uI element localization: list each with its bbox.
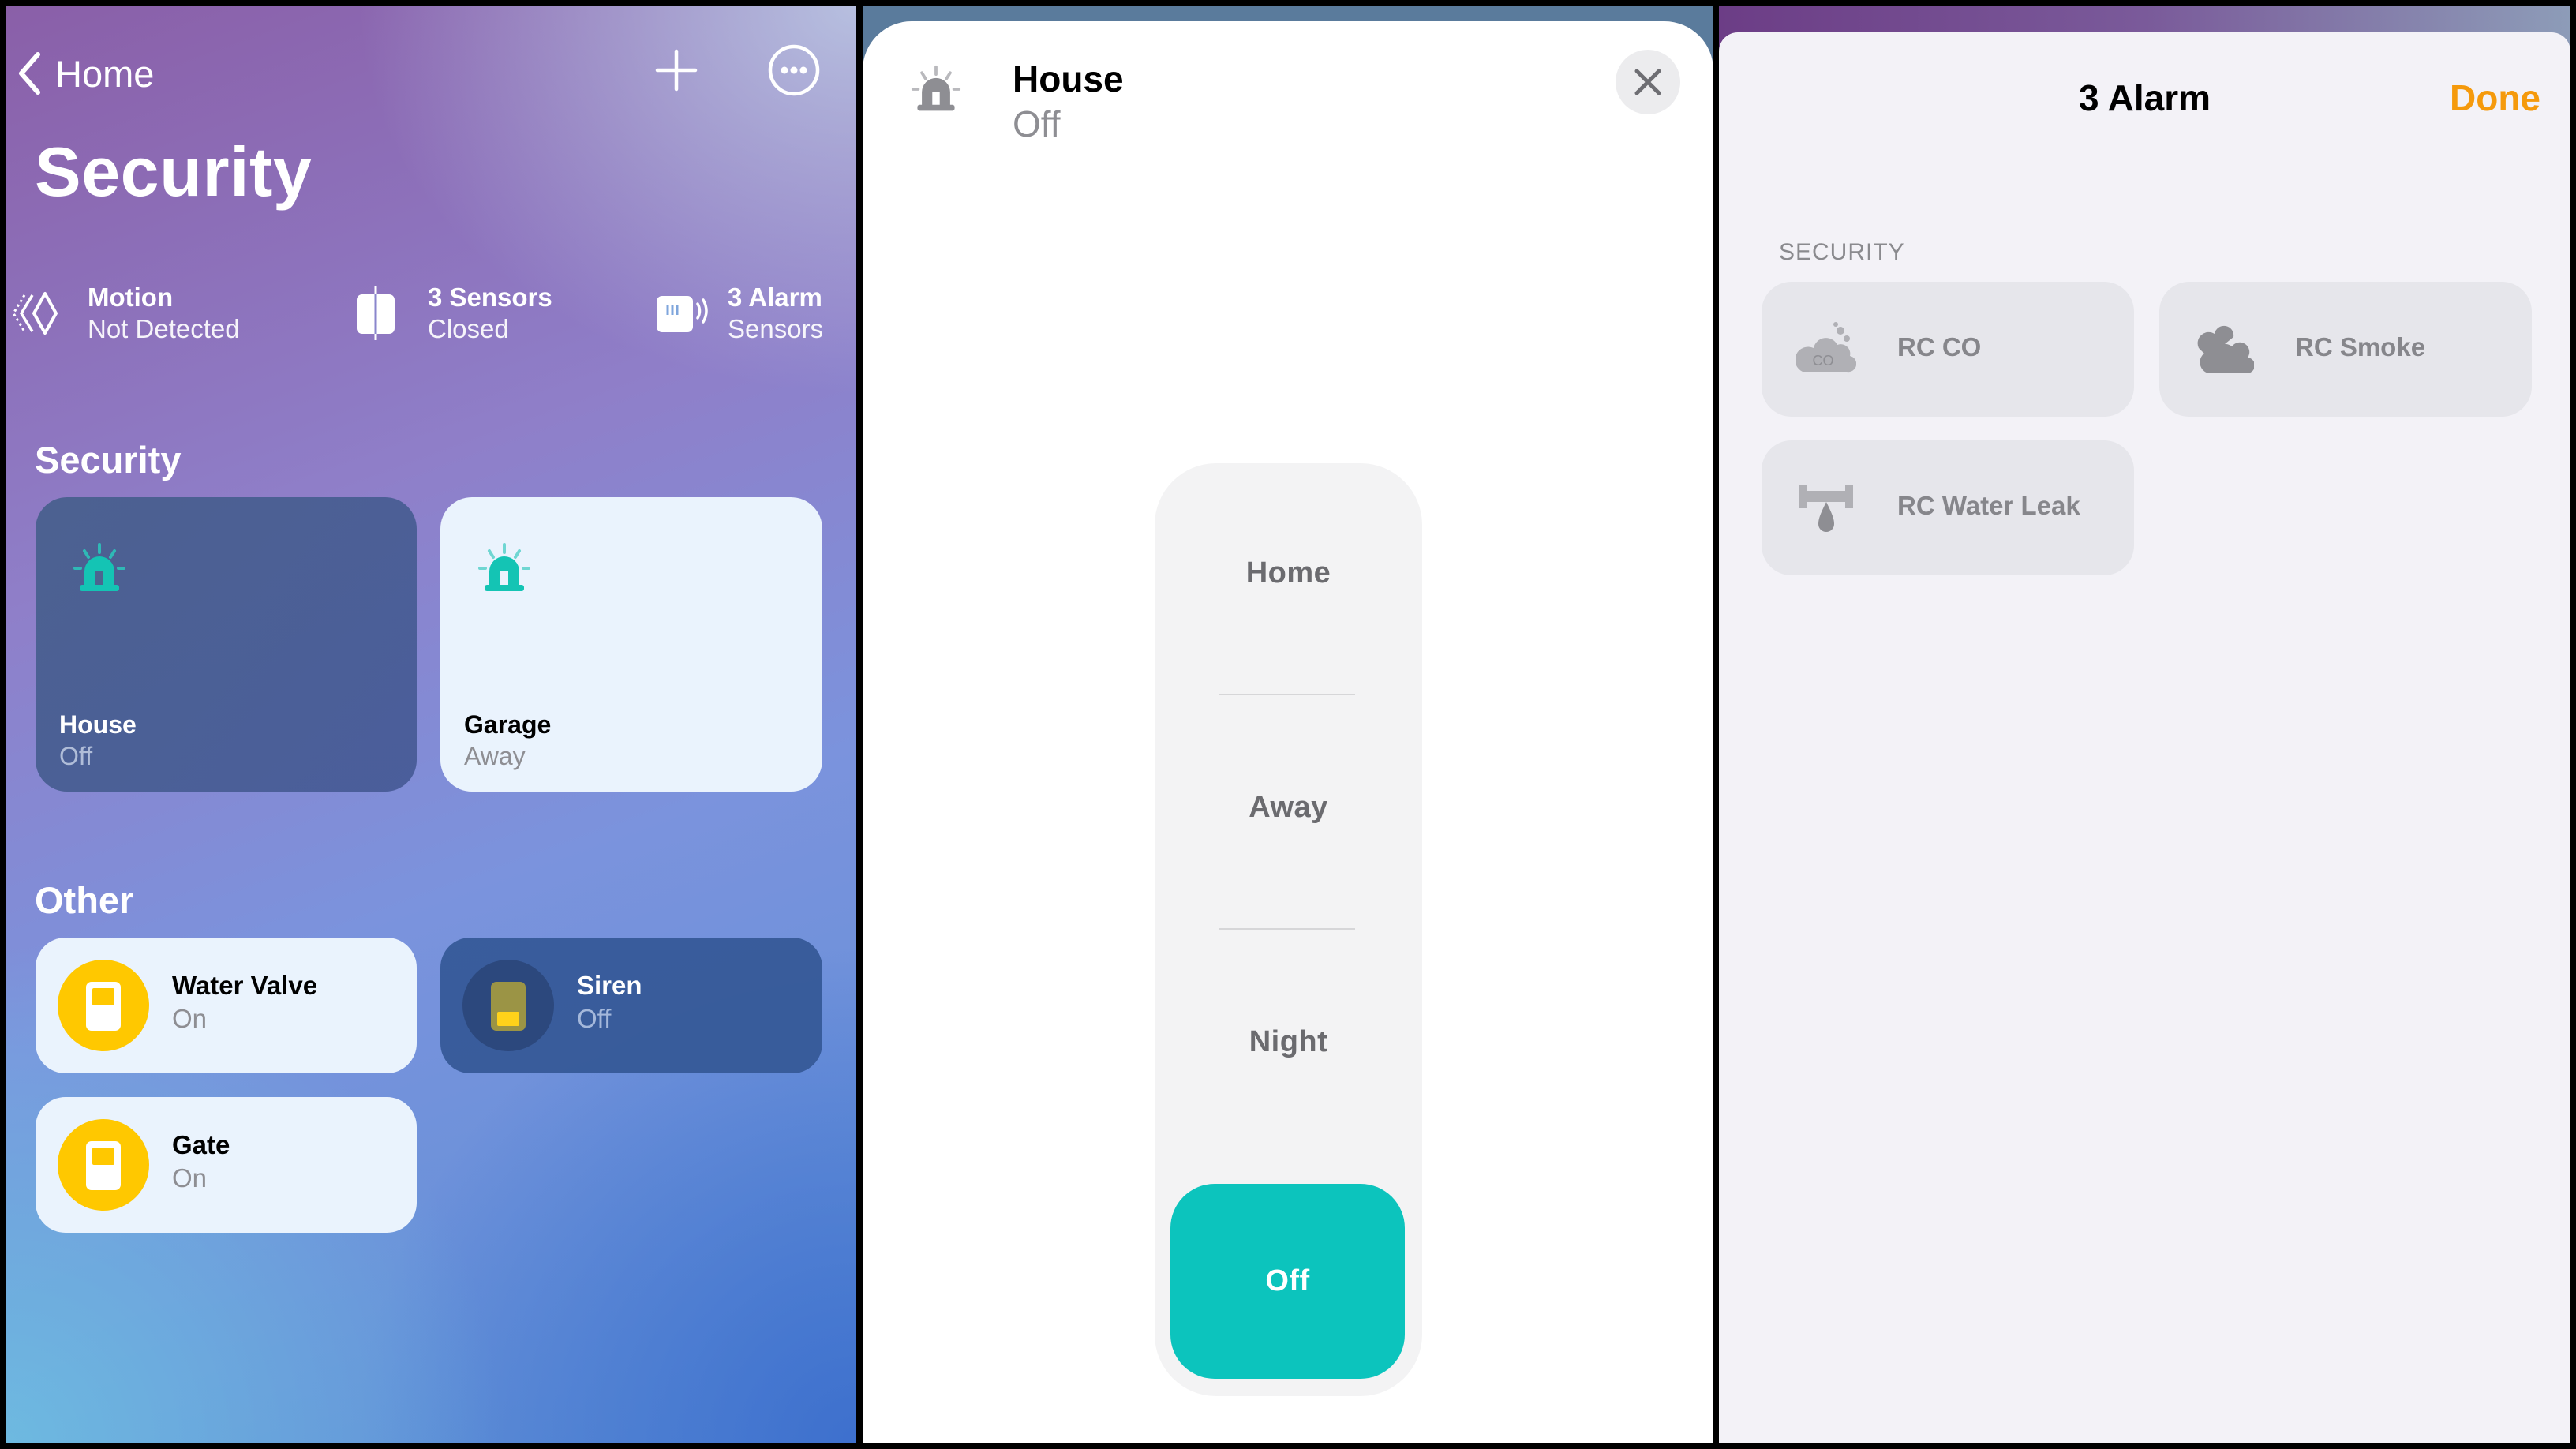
tile-state: Away — [464, 742, 526, 770]
chevron-left-icon — [19, 52, 40, 95]
more-button[interactable] — [767, 43, 821, 97]
contact-sensor-icon — [357, 286, 395, 340]
status-subtitle: Not Detected — [88, 314, 240, 343]
mode-sheet: House Off Home Away Night Off — [863, 21, 1713, 1443]
switch-icon-bg[interactable] — [462, 960, 554, 1051]
switch-icon-bg[interactable] — [58, 960, 149, 1051]
tile-name: Siren — [577, 971, 642, 1000]
mode-picker: Home Away Night Off — [1155, 463, 1422, 1396]
tile-name: Garage — [464, 710, 552, 739]
tile-state: On — [172, 1004, 208, 1033]
section-caption: SECURITY — [1779, 239, 1905, 265]
status-subtitle: Closed — [428, 314, 509, 343]
tile-name: Gate — [172, 1130, 230, 1159]
tile-name: House — [59, 710, 137, 739]
divider — [1219, 694, 1355, 695]
status-contact-sensors[interactable]: 3 Sensors Closed — [355, 278, 552, 349]
alarm-sensors-screen: 3 Alarm Done SECURITY CO RC CO RC Smoke … — [1719, 6, 2570, 1443]
mode-option-home[interactable]: Home — [1155, 556, 1422, 590]
mode-option-away[interactable]: Away — [1155, 791, 1422, 825]
switch-icon-bg[interactable] — [58, 1119, 149, 1211]
siren-icon — [911, 65, 961, 111]
done-button[interactable]: Done — [2450, 77, 2540, 119]
add-button[interactable] — [653, 47, 700, 94]
tile-water-valve[interactable]: Water Valve On — [36, 938, 417, 1073]
section-heading-security: Security — [35, 439, 182, 481]
tile-garage[interactable]: Garage Away — [440, 497, 822, 792]
tile-state: On — [172, 1163, 208, 1193]
accessory-name: RC CO — [1897, 332, 1982, 361]
status-alarm-sensors[interactable]: 3 Alarm Sensors — [655, 278, 823, 349]
status-title: 3 Alarm — [728, 283, 822, 312]
close-icon — [1634, 69, 1661, 95]
security-screen: Home Security Motion Not Detected 3 Sens… — [6, 6, 856, 1443]
tile-siren[interactable]: Siren Off — [440, 938, 822, 1073]
mode-picker-screen: House Off Home Away Night Off — [863, 6, 1713, 1443]
ellipsis-circle-icon — [768, 44, 820, 96]
sheet-title: 3 Alarm — [2078, 77, 2211, 118]
status-title: Motion — [88, 283, 174, 312]
sheet-subtitle: Off — [1013, 103, 1061, 144]
tile-house[interactable]: House Off — [36, 497, 417, 792]
mode-option-night[interactable]: Night — [1155, 1025, 1422, 1059]
status-motion[interactable]: Motion Not Detected — [6, 278, 240, 349]
accessory-rc-co[interactable]: CO RC CO — [1762, 282, 2134, 417]
accessory-rc-water-leak[interactable]: RC Water Leak — [1762, 440, 2134, 575]
siren-icon — [73, 543, 125, 591]
close-button[interactable] — [1616, 50, 1680, 114]
tile-gate[interactable]: Gate On — [36, 1097, 417, 1233]
back-label: Home — [55, 52, 155, 95]
tile-name: Water Valve — [172, 971, 318, 1000]
switch-icon — [86, 982, 121, 1031]
status-subtitle: Sensors — [728, 314, 824, 343]
status-title: 3 Sensors — [428, 283, 552, 312]
switch-icon — [491, 982, 526, 1031]
mode-option-off-selected[interactable]: Off — [1170, 1184, 1405, 1379]
water-leak-sensor-icon — [1799, 485, 1853, 532]
tile-state: Off — [59, 742, 93, 770]
section-heading-other: Other — [35, 879, 134, 921]
motion-sensor-icon — [12, 292, 58, 335]
plus-icon — [655, 49, 698, 92]
page-title: Security — [35, 133, 313, 211]
tile-state: Off — [577, 1004, 612, 1033]
alarm-sheet: 3 Alarm Done SECURITY CO RC CO RC Smoke … — [1719, 32, 2570, 1443]
switch-icon — [86, 1141, 121, 1190]
accessory-name: RC Smoke — [2295, 332, 2426, 361]
accessory-name: RC Water Leak — [1897, 491, 2080, 520]
back-button[interactable]: Home — [17, 45, 154, 102]
svg-text:CO: CO — [1813, 353, 1834, 369]
co-sensor-icon: CO — [1796, 322, 1856, 373]
siren-icon — [478, 543, 530, 591]
sheet-title: House — [1013, 58, 1124, 99]
divider — [1219, 928, 1355, 930]
smoke-sensor-icon — [2197, 325, 2254, 374]
accessory-rc-smoke[interactable]: RC Smoke — [2159, 282, 2532, 417]
alarm-sensor-icon — [657, 296, 708, 332]
